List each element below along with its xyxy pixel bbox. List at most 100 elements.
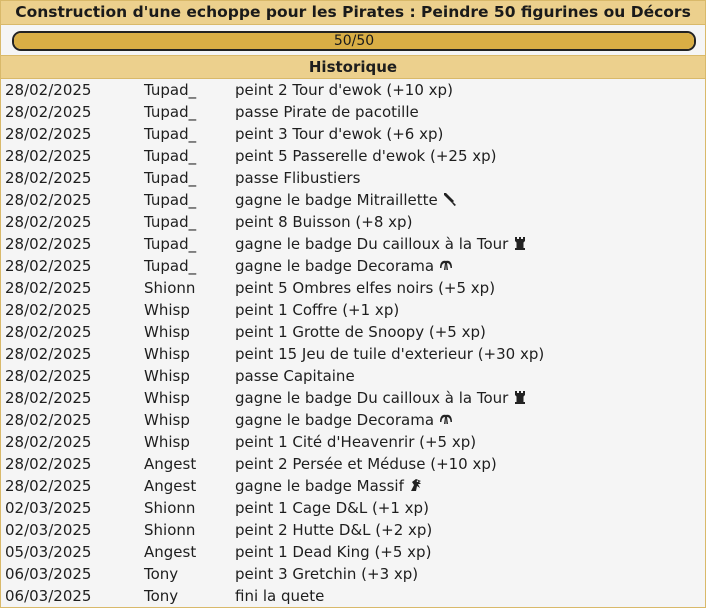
- row-text: peint 3 Gretchin (+3 xp): [235, 563, 418, 585]
- row-user: Shionn: [144, 279, 196, 297]
- row-date: 28/02/2025: [5, 147, 92, 165]
- history-row: 28/02/2025 Angest gagne le badge Massif: [1, 475, 705, 497]
- row-text: fini la quete: [235, 585, 324, 607]
- row-text-label: gagne le badge Du cailloux à la Tour: [235, 235, 509, 253]
- row-text-label: peint 15 Jeu de tuile d'exterieur (+30 x…: [235, 345, 545, 363]
- row-date: 06/03/2025: [5, 587, 92, 605]
- progress-label: 50/50: [333, 33, 375, 49]
- tower-icon: [512, 235, 528, 251]
- quest-title: Construction d'une echoppe pour les Pira…: [1, 1, 705, 25]
- row-user: Tupad_: [144, 213, 197, 231]
- progress-section: 50/50: [1, 25, 705, 55]
- row-text: passe Pirate de pacotille: [235, 101, 419, 123]
- row-text: gagne le badge Decorama: [235, 409, 454, 431]
- row-text-label: peint 3 Tour d'ewok (+6 xp): [235, 125, 444, 143]
- history-row: 28/02/2025 Tupad_ peint 3 Tour d'ewok (+…: [1, 123, 705, 145]
- row-date: 28/02/2025: [5, 301, 92, 319]
- row-date: 02/03/2025: [5, 521, 92, 539]
- row-user: Whisp: [144, 411, 190, 429]
- row-user: Whisp: [144, 301, 190, 319]
- row-user: Angest: [144, 455, 197, 473]
- row-text-label: gagne le badge Du cailloux à la Tour: [235, 389, 509, 407]
- row-user: Tupad_: [144, 235, 197, 253]
- row-text-label: peint 1 Grotte de Snoopy (+5 xp): [235, 323, 486, 341]
- row-user: Tony: [144, 565, 179, 583]
- row-user: Whisp: [144, 433, 190, 451]
- row-text: peint 1 Dead King (+5 xp): [235, 541, 431, 563]
- row-text-label: peint 1 Cage D&L (+1 xp): [235, 499, 429, 517]
- row-user: Tupad_: [144, 257, 197, 275]
- row-date: 28/02/2025: [5, 81, 92, 99]
- row-date: 28/02/2025: [5, 389, 92, 407]
- row-text: peint 1 Grotte de Snoopy (+5 xp): [235, 321, 486, 343]
- row-user: Tupad_: [144, 81, 197, 99]
- row-user: Whisp: [144, 389, 190, 407]
- row-text: peint 5 Passerelle d'ewok (+25 xp): [235, 145, 497, 167]
- history-row: 28/02/2025 Whisp peint 1 Coffre (+1 xp): [1, 299, 705, 321]
- row-text: peint 3 Tour d'ewok (+6 xp): [235, 123, 443, 145]
- quest-panel: Construction d'une echoppe pour les Pira…: [0, 0, 706, 608]
- row-user: Angest: [144, 477, 197, 495]
- row-text: gagne le badge Massif: [235, 475, 424, 497]
- history-row: 28/02/2025 Whisp gagne le badge Decorama: [1, 409, 705, 431]
- row-text-label: peint 2 Persée et Méduse (+10 xp): [235, 455, 497, 473]
- row-text-label: gagne le badge Mitraillette: [235, 191, 438, 209]
- row-text-label: passe Pirate de pacotille: [235, 103, 419, 121]
- palm-icon: [438, 411, 454, 427]
- history-row: 28/02/2025 Tupad_ peint 8 Buisson (+8 xp…: [1, 211, 705, 233]
- row-text-label: peint 3 Gretchin (+3 xp): [235, 565, 419, 583]
- row-user: Tupad_: [144, 169, 197, 187]
- row-text-label: peint 5 Ombres elfes noirs (+5 xp): [235, 279, 496, 297]
- row-text-label: peint 8 Buisson (+8 xp): [235, 213, 413, 231]
- row-date: 28/02/2025: [5, 235, 92, 253]
- row-text-label: gagne le badge Decorama: [235, 257, 435, 275]
- history-row: 28/02/2025 Angest peint 2 Persée et Médu…: [1, 453, 705, 475]
- history-row: 06/03/2025 Tony peint 3 Gretchin (+3 xp): [1, 563, 705, 585]
- row-text: peint 15 Jeu de tuile d'exterieur (+30 x…: [235, 343, 544, 365]
- row-user: Tupad_: [144, 191, 197, 209]
- history-header: Historique: [1, 55, 705, 79]
- row-user: Tupad_: [144, 103, 197, 121]
- row-date: 06/03/2025: [5, 565, 92, 583]
- history-row: 05/03/2025 Angest peint 1 Dead King (+5 …: [1, 541, 705, 563]
- row-text-label: gagne le badge Decorama: [235, 411, 435, 429]
- row-user: Angest: [144, 543, 197, 561]
- row-text: peint 1 Cage D&L (+1 xp): [235, 497, 429, 519]
- row-text-label: peint 2 Tour d'ewok (+10 xp): [235, 81, 453, 99]
- palm-icon: [438, 257, 454, 273]
- dragon-icon: [408, 477, 424, 493]
- row-date: 28/02/2025: [5, 323, 92, 341]
- row-text: gagne le badge Du cailloux à la Tour: [235, 233, 528, 255]
- history-row: 02/03/2025 Shionn peint 1 Cage D&L (+1 x…: [1, 497, 705, 519]
- row-date: 28/02/2025: [5, 367, 92, 385]
- row-date: 28/02/2025: [5, 345, 92, 363]
- row-text-label: fini la quete: [235, 587, 325, 605]
- row-date: 28/02/2025: [5, 279, 92, 297]
- row-text-label: passe Capitaine: [235, 367, 355, 385]
- row-text: peint 8 Buisson (+8 xp): [235, 211, 412, 233]
- row-date: 05/03/2025: [5, 543, 92, 561]
- row-text: gagne le badge Mitraillette: [235, 189, 458, 211]
- row-text-label: peint 1 Cité d'Heavenrir (+5 xp): [235, 433, 477, 451]
- row-text-label: peint 2 Hutte D&L (+2 xp): [235, 521, 433, 539]
- tower-icon: [512, 389, 528, 405]
- row-user: Whisp: [144, 323, 190, 341]
- history-row: 28/02/2025 Whisp peint 15 Jeu de tuile d…: [1, 343, 705, 365]
- progress-bar: 50/50: [12, 31, 696, 51]
- row-date: 28/02/2025: [5, 477, 92, 495]
- history-row: 28/02/2025 Whisp gagne le badge Du caill…: [1, 387, 705, 409]
- history-row: 02/03/2025 Shionn peint 2 Hutte D&L (+2 …: [1, 519, 705, 541]
- row-text: peint 2 Tour d'ewok (+10 xp): [235, 79, 453, 101]
- row-text: peint 2 Hutte D&L (+2 xp): [235, 519, 432, 541]
- row-date: 28/02/2025: [5, 191, 92, 209]
- row-user: Tupad_: [144, 147, 197, 165]
- row-date: 28/02/2025: [5, 169, 92, 187]
- row-user: Tony: [144, 587, 179, 605]
- row-date: 28/02/2025: [5, 257, 92, 275]
- row-date: 28/02/2025: [5, 103, 92, 121]
- history-row: 06/03/2025 Tony fini la quete: [1, 585, 705, 607]
- row-text: passe Flibustiers: [235, 167, 360, 189]
- row-date: 28/02/2025: [5, 433, 92, 451]
- row-text: gagne le badge Decorama: [235, 255, 454, 277]
- row-text-label: peint 5 Passerelle d'ewok (+25 xp): [235, 147, 497, 165]
